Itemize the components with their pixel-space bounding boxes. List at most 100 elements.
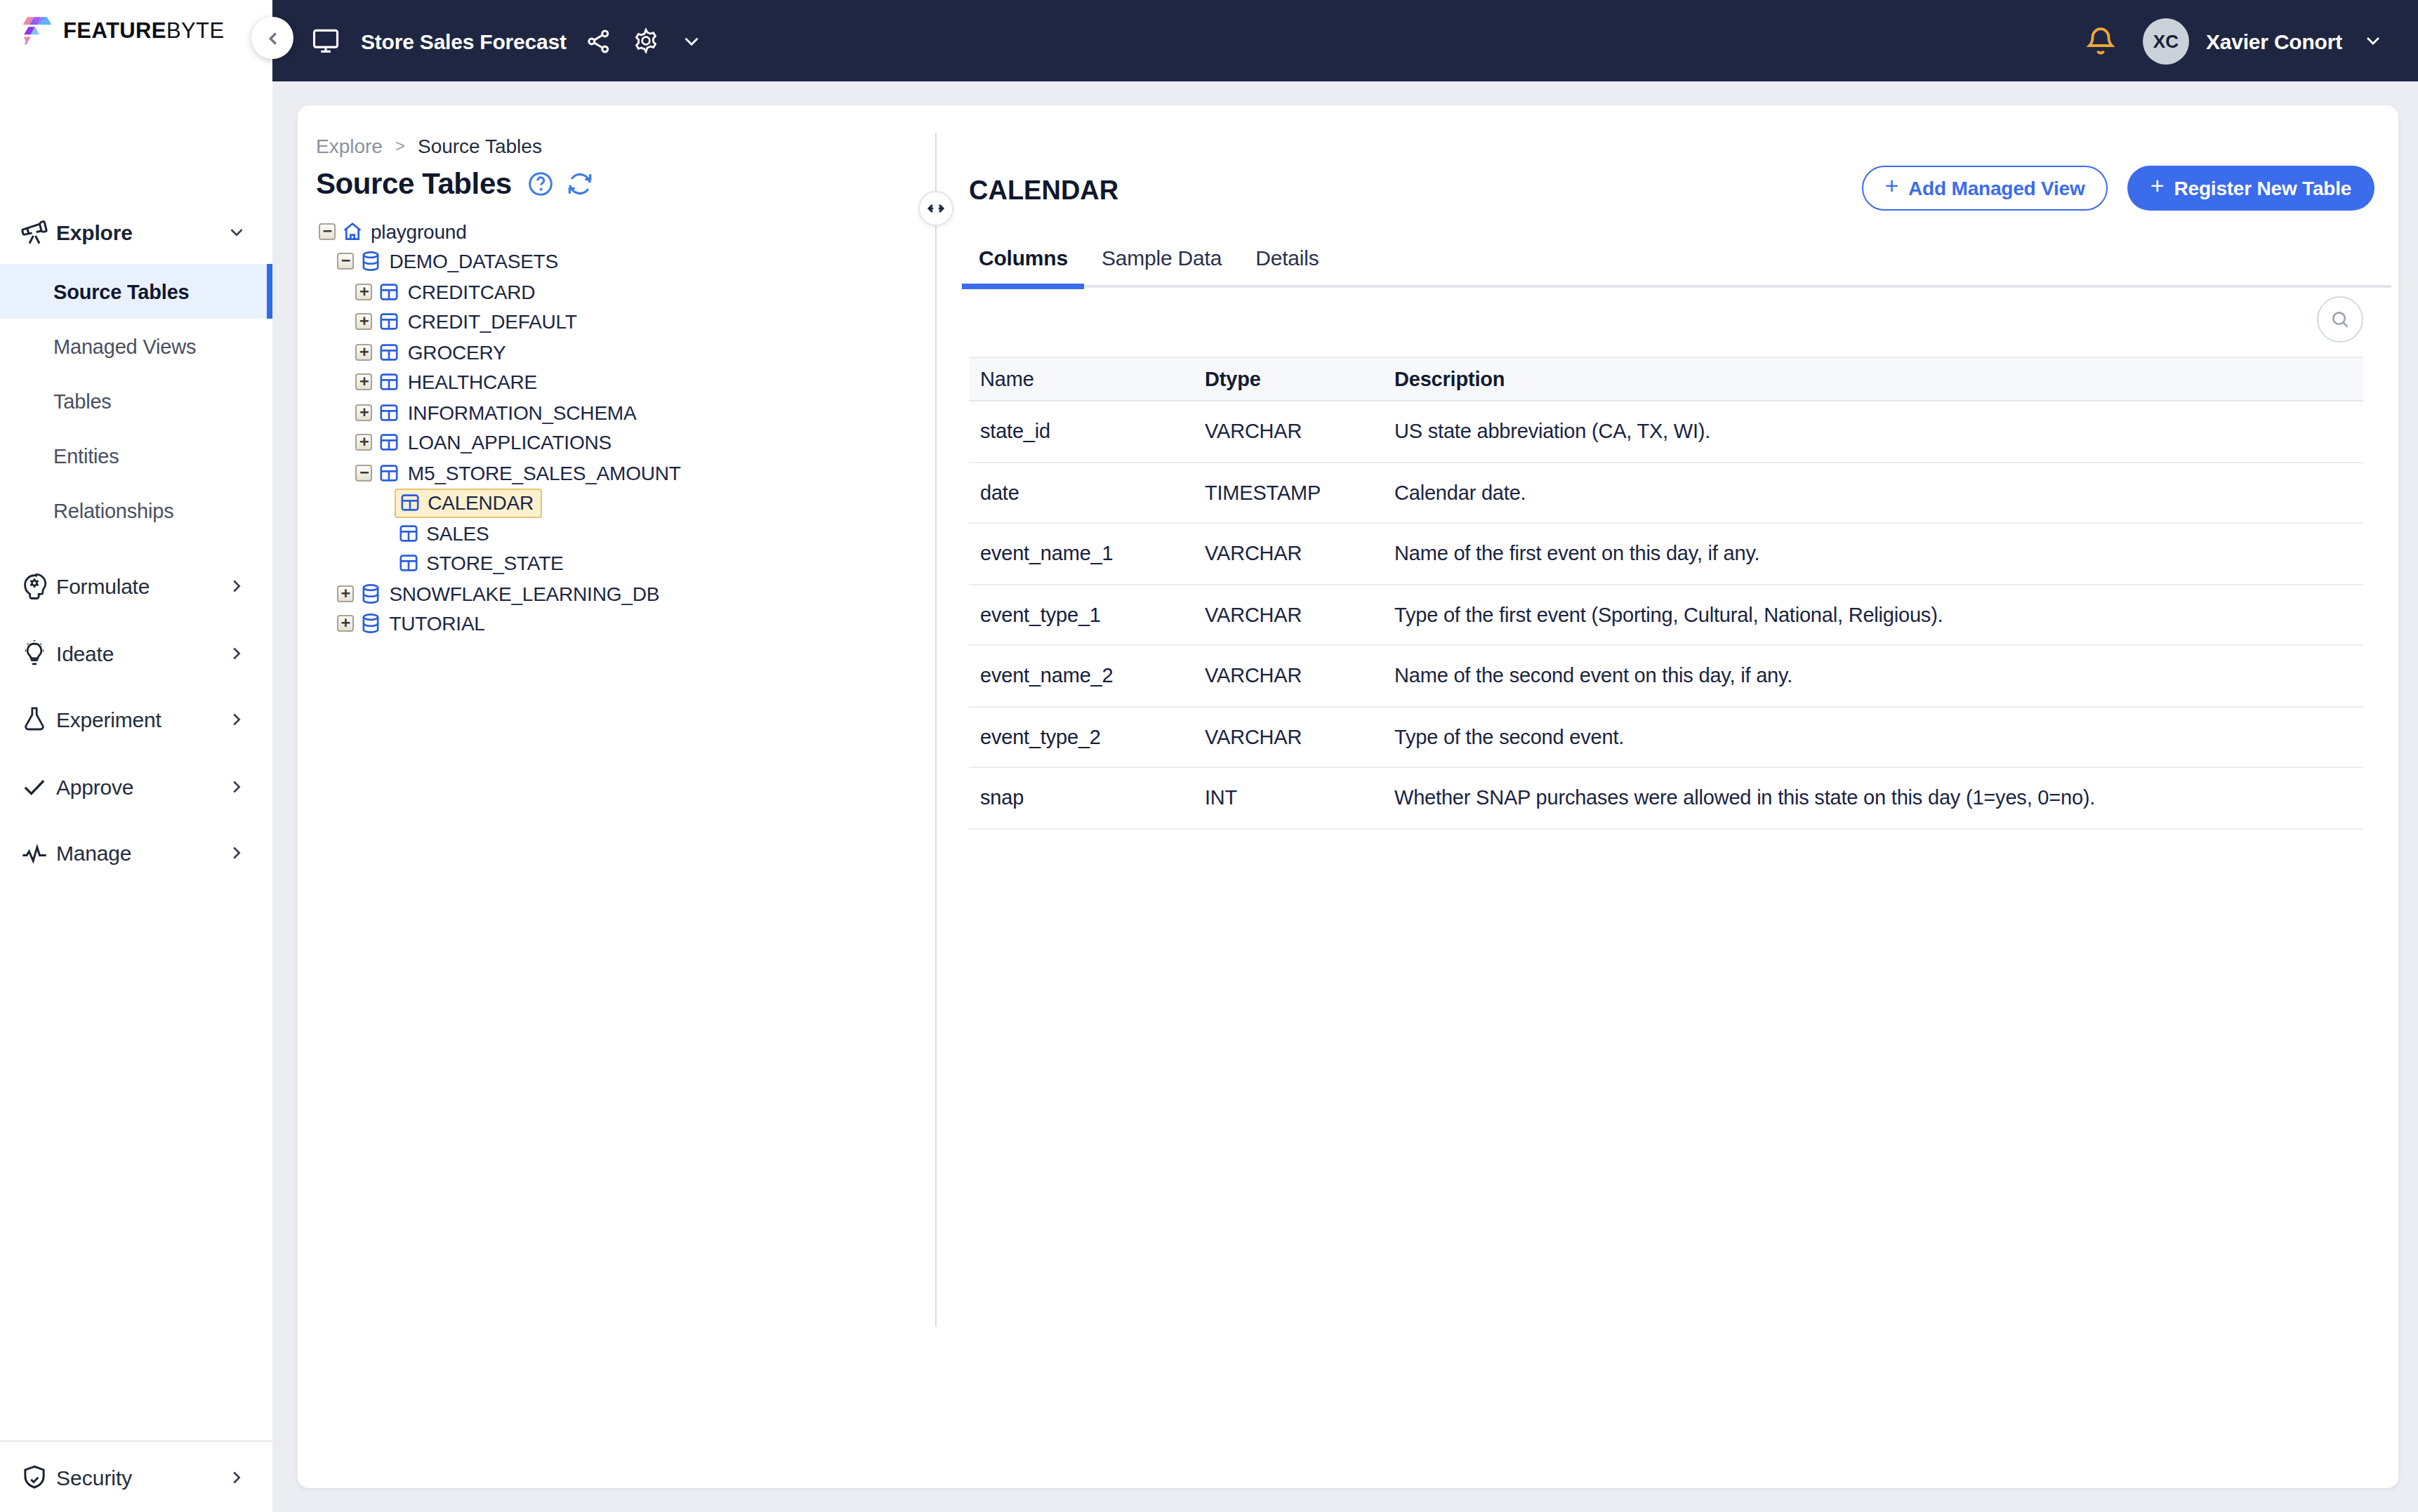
house-icon [341,220,364,243]
tree-node-information_schema[interactable]: + INFORMATION_SCHEMA [298,397,935,427]
tree-node-loan_applications[interactable]: + LOAN_APPLICATIONS [298,427,935,458]
tree-node-calendar[interactable]: CALENDAR [298,488,935,518]
table-row: event_type_2VARCHARType of the second ev… [969,707,2363,768]
sidebar-item-entities[interactable]: Entities [0,428,272,483]
sidebar-item-ideate[interactable]: Ideate [0,620,272,687]
page-title: Source Tables [316,167,595,201]
sidebar-collapse-button[interactable] [251,17,293,59]
tab-details[interactable]: Details [1238,240,1335,274]
tree-node-tutorial[interactable]: +TUTORIAL [298,609,935,639]
settings-gear-icon[interactable] [633,27,661,55]
tree-node-m5_store_sales_amount[interactable]: − M5_STORE_SALES_AMOUNT [298,458,935,488]
table-icon [378,371,401,394]
table-body: state_idVARCHARUS state abbreviation (CA… [969,402,2363,829]
collapse-toggle-icon[interactable]: − [356,465,373,482]
column-header-name: Name [969,368,1194,390]
table-title: CALENDAR [969,175,1118,206]
avatar[interactable]: XC [2143,18,2189,64]
app: Store Sales Forecast XC Xavier Conort [0,0,2418,1512]
table-row: dateTIMESTAMPCalendar date. [969,463,2363,524]
sidebar-item-label: Formulate [56,575,150,599]
share-icon[interactable] [586,27,613,54]
notification-bell-icon[interactable] [2084,24,2118,58]
breadcrumb-explore[interactable]: Explore [316,135,383,157]
workspace-chevron-down-icon[interactable] [680,29,704,53]
breadcrumb-source-tables[interactable]: Source Tables [418,135,542,157]
sidebar-item-relationships[interactable]: Relationships [0,483,272,538]
table-icon [397,552,419,575]
cell-description: Calendar date. [1383,482,2363,504]
tree-node-creditcard[interactable]: + CREDITCARD [298,277,935,307]
tree-node-credit_default[interactable]: +CREDIT_DEFAULT [298,307,935,337]
collapse-toggle-icon[interactable]: − [319,223,336,240]
collapse-toggle-icon[interactable]: − [337,253,354,270]
user-name[interactable]: Xavier Conort [2206,29,2342,53]
cell-dtype: TIMESTAMP [1194,482,1383,504]
sidebar-item-security[interactable]: Security [0,1440,272,1512]
cell-name: state_id [969,420,1194,443]
tree-node-demo_datasets[interactable]: − DEMO_DATASETS [298,246,935,277]
cell-dtype: VARCHAR [1194,726,1383,748]
sidebar: FEATUREBYTE Explore Source Tables Managed… [0,0,272,1512]
cell-name: event_name_1 [969,543,1194,565]
tree-node-label: INFORMATION_SCHEMA [408,402,637,424]
sidebar-item-label: Relationships [53,499,174,522]
sidebar-item-formulate[interactable]: Formulate [0,553,272,620]
tree-node-grocery[interactable]: +GROCERY [298,337,935,367]
add-managed-view-button[interactable]: +Add Managed View [1862,165,2108,210]
expand-toggle-icon[interactable]: + [356,344,373,361]
expand-toggle-icon[interactable]: + [356,435,373,451]
tree-node-label: HEALTHCARE [408,371,537,394]
sidebar-item-explore[interactable]: Explore [0,212,272,251]
main-area: Explore > Source Tables Source Tables −p… [272,81,2418,1512]
tree-node-label: M5_STORE_SALES_AMOUNT [408,462,681,484]
sidebar-item-managed-views[interactable]: Managed Views [0,319,272,373]
sidebar-item-label: Manage [56,842,131,866]
splitter-handle-icon[interactable] [918,191,953,226]
expand-toggle-icon[interactable]: + [356,404,373,421]
approve-icon [20,772,49,802]
sidebar-item-experiment[interactable]: Experiment [0,687,272,753]
expand-toggle-icon[interactable]: + [337,616,354,632]
tree-node-store_state[interactable]: STORE_STATE [298,548,935,578]
cell-name: snap [969,787,1194,809]
expand-toggle-icon[interactable]: + [356,314,373,331]
tree-node-snowflake_learning_db[interactable]: +SNOWFLAKE_LEARNING_DB [298,578,935,609]
tree-node-label: SALES [426,522,489,545]
expand-toggle-icon[interactable]: + [337,585,354,602]
tree-node-playground[interactable]: −playground [298,216,935,246]
tree-node-sales[interactable]: SALES [298,518,935,548]
sidebar-item-source-tables[interactable]: Source Tables [0,264,272,319]
sidebar-item-approve[interactable]: Approve [0,753,272,820]
register-new-table-button[interactable]: +Register New Table [2127,165,2374,210]
cell-description: Type of the second event. [1383,726,2363,748]
cell-name: date [969,482,1194,504]
tree-node-healthcare[interactable]: + HEALTHCARE [298,367,935,397]
user-menu-chevron-icon[interactable] [2362,29,2384,52]
tab-columns[interactable]: Columns [962,240,1085,274]
cell-dtype: VARCHAR [1194,543,1383,565]
tree-node-label: DEMO_DATASETS [389,251,558,273]
featurebyte-logo[interactable]: FEATUREBYTE [20,13,225,48]
logo-mark-icon [20,13,55,48]
sidebar-sections: Formulate IdeateExperimentApprove Manage [0,553,272,887]
experiment-icon [20,705,49,735]
tab-sample-data[interactable]: Sample Data [1085,240,1238,274]
manage-icon [20,839,49,868]
tree-node-label: STORE_STATE [426,552,563,575]
table-row: event_name_2VARCHARName of the second ev… [969,646,2363,707]
expand-toggle-icon[interactable]: + [356,374,373,391]
tree-node-label: LOAN_APPLICATIONS [408,432,612,454]
stage: Store Sales Forecast XC Xavier Conort [0,0,2418,1512]
cell-dtype: VARCHAR [1194,604,1383,626]
sidebar-item-manage[interactable]: Manage [0,820,272,887]
tree-node-label: CREDITCARD [408,281,536,303]
chevron-right-icon [226,843,247,864]
help-circle-icon[interactable] [527,170,555,198]
refresh-icon[interactable] [567,170,595,198]
pane-splitter[interactable] [935,133,937,1327]
expand-toggle-icon[interactable]: + [356,284,373,300]
search-button[interactable] [2316,296,2363,342]
sidebar-item-label: Source Tables [53,280,190,303]
sidebar-item-tables[interactable]: Tables [0,373,272,428]
